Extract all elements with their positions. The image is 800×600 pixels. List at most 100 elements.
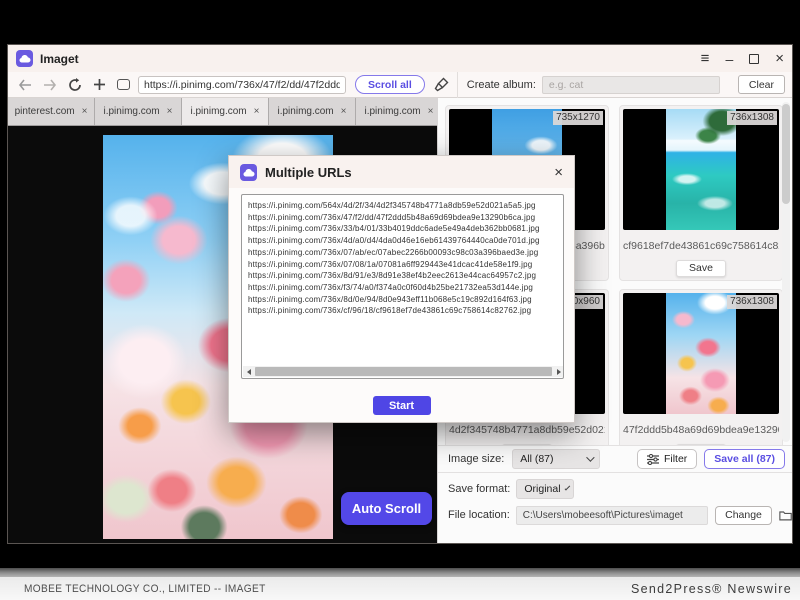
file-location-input[interactable]	[516, 506, 708, 525]
multiple-urls-dialog: Multiple URLs × https://i.pinimg.com/564…	[228, 155, 575, 423]
start-button[interactable]: Start	[373, 396, 431, 415]
save-format-label: Save format:	[448, 483, 510, 495]
clean-brush-icon[interactable]	[434, 77, 449, 92]
scrollbar-thumb[interactable]	[782, 104, 790, 204]
sea-tree-image	[666, 109, 736, 230]
save-all-button[interactable]: Save all (87)	[704, 449, 785, 469]
title-bar: Imaget ≡ – ×	[8, 45, 792, 72]
duplicate-tab-icon[interactable]	[117, 79, 130, 90]
url-line: https://i.pinimg.com/736x/07/ab/ec/07abe…	[248, 247, 563, 259]
minimize-icon[interactable]: –	[725, 52, 733, 66]
url-line: https://i.pinimg.com/564x/4d/2f/34/4d2f3…	[248, 200, 563, 212]
tab-strip: pinterest.com × i.pinimg.com × i.pinimg.co…	[8, 98, 437, 126]
screenshot-backdrop: Imaget ≡ – × Scroll all Create album:	[0, 0, 800, 600]
url-line: https://i.pinimg.com/736x/47/f2/dd/47f2d…	[248, 212, 563, 224]
app-title: Imaget	[40, 52, 79, 66]
filename-row: 47f2ddd5b48a69d69bdea9e13290b✎	[623, 423, 779, 436]
create-album-label: Create album:	[467, 79, 536, 91]
refresh-icon[interactable]	[68, 78, 82, 92]
url-line: https://i.pinimg.com/736x/4d/a0/d4/4da0d…	[248, 235, 563, 247]
filename-row: 4d2f345748b4771a8db59e52d021a✎	[449, 423, 605, 436]
tab-label: i.pinimg.com	[278, 106, 334, 117]
image-size-value: All (87)	[520, 453, 553, 465]
tab-close-icon[interactable]: ×	[341, 106, 347, 117]
url-line: https://i.pinimg.com/736x/33/b4/01/33b40…	[248, 223, 563, 235]
browser-toolbar: Scroll all Create album: Clear	[8, 72, 792, 98]
filename-row: cf9618ef7de43861c69c758614c827✎	[623, 239, 779, 252]
maximize-icon[interactable]	[749, 54, 759, 64]
tab-label: i.pinimg.com	[365, 106, 421, 117]
filter-label: Filter	[664, 453, 687, 465]
thumbnail: 736x1308	[623, 293, 779, 414]
dimension-badge: 735x1270	[553, 111, 603, 125]
back-icon[interactable]	[18, 79, 32, 91]
dialog-header: Multiple URLs ×	[229, 156, 574, 188]
file-location-row: File location: Change	[438, 502, 792, 528]
thumbnail: 736x1308	[623, 109, 779, 230]
image-size-select[interactable]: All (87)	[512, 449, 600, 469]
add-tab-icon[interactable]	[93, 78, 106, 91]
tab-label: pinterest.com	[15, 106, 75, 117]
change-button[interactable]: Change	[715, 506, 772, 525]
folder-icon[interactable]	[779, 509, 792, 522]
image-card[interactable]: 736x1308 47f2ddd5b48a69d69bdea9e13290b✎ …	[619, 289, 783, 445]
chevron-down-icon	[564, 485, 570, 491]
footer-divider	[0, 568, 800, 577]
tab-pinterest[interactable]: pinterest.com ×	[8, 98, 95, 125]
auto-scroll-button[interactable]: Auto Scroll	[341, 492, 432, 525]
dimension-badge: 736x1308	[727, 111, 777, 125]
tab-label: i.pinimg.com	[104, 106, 160, 117]
chevron-down-icon	[586, 453, 594, 461]
scroll-all-button[interactable]: Scroll all	[355, 75, 425, 94]
filename: 47f2ddd5b48a69d69bdea9e13290b	[623, 424, 779, 436]
url-line: https://i.pinimg.com/736x/07/08/1a/07081…	[248, 259, 563, 271]
filter-sliders-icon	[647, 454, 659, 465]
urls-textarea[interactable]: https://i.pinimg.com/564x/4d/2f/34/4d2f3…	[241, 194, 564, 379]
filename: 4d2f345748b4771a8db59e52d021a	[449, 424, 605, 436]
dialog-title: Multiple URLs	[265, 165, 352, 180]
tab-close-icon[interactable]: ×	[82, 106, 88, 117]
url-input[interactable]	[138, 76, 346, 94]
caption-bar: MOBEE TECHNOLOGY CO., LIMITED -- IMAGET …	[0, 577, 800, 600]
dimension-badge: 736x1308	[727, 295, 777, 309]
nav-icons	[8, 78, 138, 92]
tab-pinimg-4[interactable]: i.pinimg.com ×	[356, 98, 437, 125]
toolbar-divider	[457, 72, 458, 98]
tab-pinimg-2-active[interactable]: i.pinimg.com ×	[182, 98, 269, 125]
horizontal-scrollbar[interactable]	[243, 366, 564, 377]
scrollbar-thumb[interactable]	[255, 367, 552, 376]
save-format-row: Save format: Original	[438, 476, 792, 502]
tab-label: i.pinimg.com	[191, 106, 247, 117]
tab-pinimg-3[interactable]: i.pinimg.com ×	[269, 98, 356, 125]
forward-icon[interactable]	[43, 79, 57, 91]
window-controls: ≡ – ×	[701, 51, 784, 66]
save-format-value: Original	[524, 483, 560, 495]
save-button[interactable]: Save	[676, 260, 726, 277]
dialog-close-icon[interactable]: ×	[554, 165, 563, 180]
menu-icon[interactable]: ≡	[701, 51, 710, 66]
tab-pinimg-1[interactable]: i.pinimg.com ×	[95, 98, 182, 125]
url-line: https://i.pinimg.com/736x/f3/74/a0/f374a…	[248, 282, 563, 294]
image-size-label: Image size:	[448, 453, 504, 465]
scroll-left-icon[interactable]	[243, 366, 254, 377]
imaget-logo-icon	[16, 50, 33, 67]
url-line: https://i.pinimg.com/736x/8d/0e/94/8d0e9…	[248, 294, 563, 306]
close-icon[interactable]: ×	[775, 51, 784, 66]
file-location-label: File location:	[448, 509, 510, 521]
flowers-image	[666, 293, 736, 414]
filename: cf9618ef7de43861c69c758614c827	[623, 240, 779, 252]
create-album-input[interactable]	[542, 76, 720, 94]
filter-button[interactable]: Filter	[637, 449, 697, 469]
image-card[interactable]: 736x1308 cf9618ef7de43861c69c758614c827✎…	[619, 105, 783, 281]
url-line: https://i.pinimg.com/736x/cf/96/18/cf961…	[248, 305, 563, 317]
clear-button[interactable]: Clear	[738, 75, 785, 94]
imaget-logo-icon	[240, 164, 257, 181]
scroll-right-icon[interactable]	[553, 366, 564, 377]
tab-close-icon[interactable]: ×	[167, 106, 173, 117]
tab-close-icon[interactable]: ×	[254, 106, 260, 117]
panel-scrollbar[interactable]	[782, 102, 790, 442]
save-format-select[interactable]: Original	[516, 479, 574, 499]
url-line: https://i.pinimg.com/736x/8d/91/e3/8d91e…	[248, 270, 563, 282]
tab-close-icon[interactable]: ×	[428, 106, 434, 117]
image-size-row: Image size: All (87) Filter Save all (87…	[438, 445, 792, 473]
